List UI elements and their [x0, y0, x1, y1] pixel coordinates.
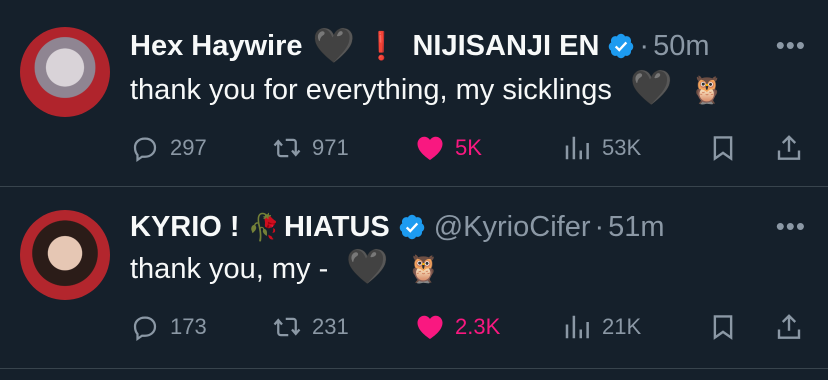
tweet-text-body: thank you, my -: [130, 253, 329, 285]
reply-icon: [133, 137, 157, 163]
views-chart-icon: [565, 136, 589, 160]
bookmark-icon: [713, 315, 733, 340]
display-name[interactable]: Hex Haywire: [130, 28, 303, 64]
separator-dot: ·: [594, 211, 605, 243]
avatar[interactable]: [20, 210, 110, 300]
wilted-rose-emoji: 🥀: [247, 212, 280, 242]
retweet-icon: [273, 317, 301, 337]
tweet-text-body: thank you for everything, my sicklings: [130, 74, 612, 106]
avatar[interactable]: [20, 27, 110, 117]
heart-filled-icon: [417, 136, 443, 160]
black-heart-emoji: 🖤: [346, 248, 389, 286]
exclamation-emoji: ❗: [364, 31, 399, 61]
tweet[interactable]: Hex Haywire 🖤 ❗ NIJISANJI EN · 50m ••• t…: [0, 0, 828, 186]
verified-badge-icon: [609, 33, 634, 59]
share-icon: [777, 314, 801, 339]
tweet-actions: 297 971 5K 53K: [130, 130, 810, 166]
separator-dot: ·: [639, 30, 650, 62]
display-name[interactable]: KYRIO !: [130, 209, 240, 245]
reply-button[interactable]: 297: [130, 130, 207, 166]
retweet-button[interactable]: 971: [272, 130, 349, 166]
more-options-icon[interactable]: •••: [776, 30, 806, 61]
user-handle[interactable]: @KyrioCifer: [434, 209, 591, 245]
retweet-count: 971: [312, 135, 349, 160]
timestamp[interactable]: 50m: [653, 28, 709, 64]
views-button[interactable]: 53K: [562, 130, 641, 166]
views-count: 21K: [602, 314, 642, 339]
display-name-tag[interactable]: NIJISANJI EN: [412, 28, 599, 64]
share-icon: [777, 135, 801, 160]
tweet-text: thank you for everything, my sicklings 🖤…: [130, 69, 725, 108]
owl-emoji: 🦉: [690, 75, 725, 105]
black-heart-emoji: 🖤: [312, 27, 355, 65]
share-button[interactable]: [774, 130, 804, 166]
display-name-tag[interactable]: HIATUS: [284, 209, 390, 245]
tweet[interactable]: KYRIO ! 🥀 HIATUS @KyrioCifer · 51m ••• t…: [0, 187, 828, 368]
black-heart-emoji: 🖤: [630, 69, 673, 107]
reply-count: 297: [170, 135, 207, 160]
retweet-count: 231: [312, 314, 349, 339]
like-count: 2.3K: [455, 314, 501, 339]
more-options-icon[interactable]: •••: [776, 211, 806, 242]
heart-filled-icon: [417, 315, 443, 339]
like-button[interactable]: 2.3K: [415, 309, 500, 345]
verified-badge-icon: [399, 214, 424, 240]
reply-count: 173: [170, 314, 207, 339]
bookmark-button[interactable]: [708, 130, 738, 166]
timestamp[interactable]: 51m: [608, 209, 664, 245]
bookmark-icon: [713, 136, 733, 161]
like-button[interactable]: 5K: [415, 130, 482, 166]
views-chart-icon: [565, 315, 589, 339]
tweet-header: KYRIO ! 🥀 HIATUS @KyrioCifer · 51m: [130, 209, 665, 245]
retweet-button[interactable]: 231: [272, 309, 349, 345]
reply-icon: [133, 316, 157, 342]
like-count: 5K: [455, 135, 482, 160]
tweet-actions: 173 231 2.3K 21K: [130, 309, 810, 345]
bookmark-button[interactable]: [708, 309, 738, 345]
share-button[interactable]: [774, 309, 804, 345]
views-button[interactable]: 21K: [562, 309, 641, 345]
tweet-text: thank you, my - 🖤 🦉: [130, 248, 441, 287]
tweet-header: Hex Haywire 🖤 ❗ NIJISANJI EN · 50m: [130, 28, 710, 64]
reply-button[interactable]: 173: [130, 309, 207, 345]
retweet-icon: [273, 138, 301, 158]
divider: [0, 368, 828, 369]
owl-emoji: 🦉: [406, 254, 441, 284]
views-count: 53K: [602, 135, 642, 160]
